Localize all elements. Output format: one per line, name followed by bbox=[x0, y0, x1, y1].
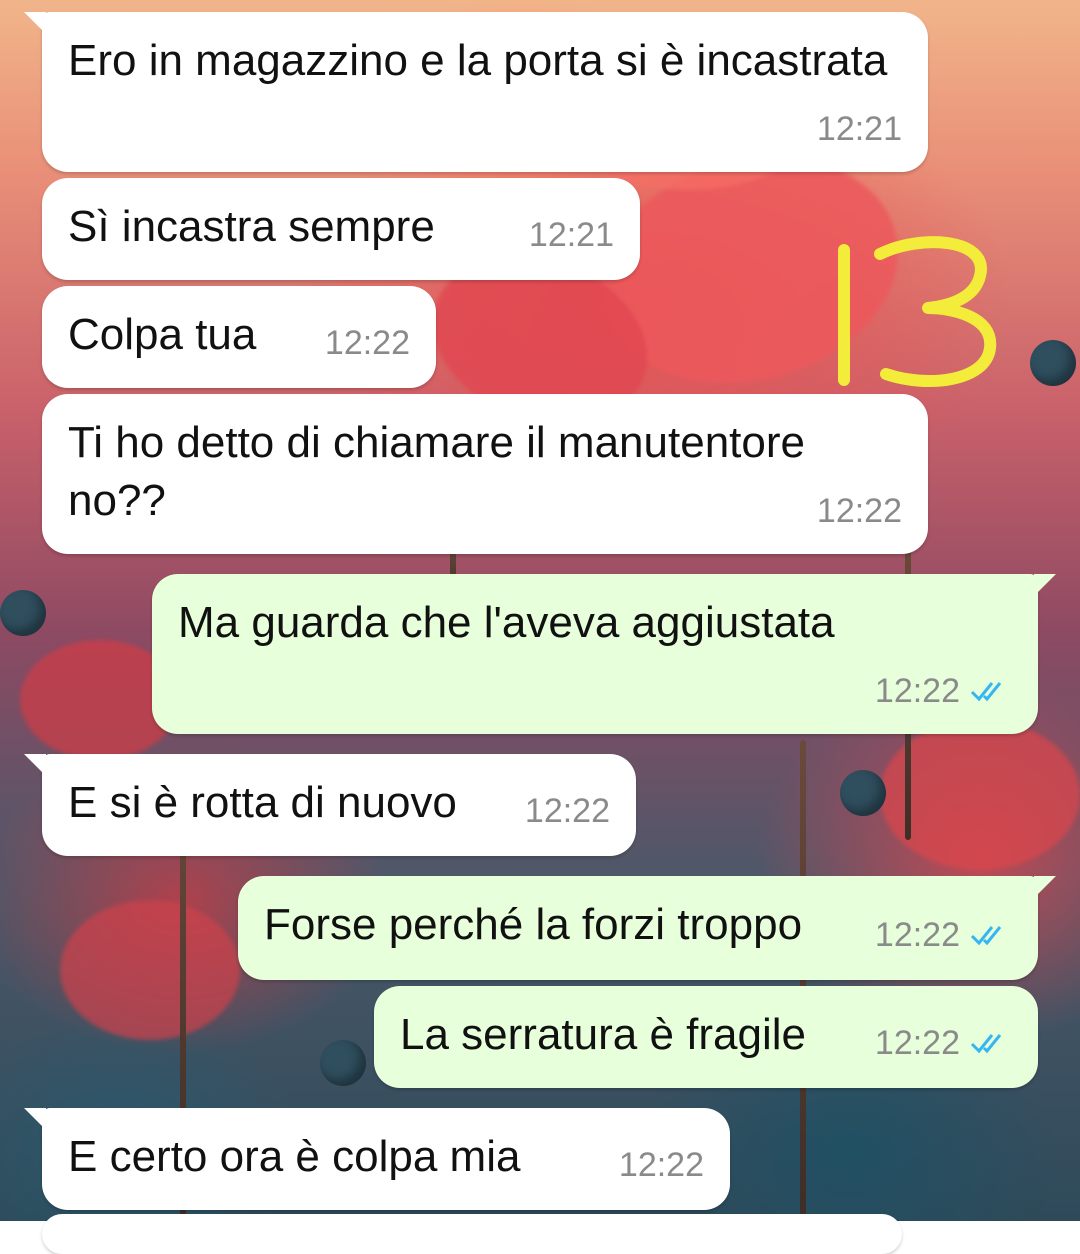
message-bubble-incoming[interactable]: E si è rotta di nuovo 12:22 bbox=[24, 754, 636, 856]
message-time: 12:22 bbox=[874, 916, 960, 954]
message-text: Ti ho detto di chiamare il manutentore n… bbox=[68, 418, 805, 525]
message-time: 12:22 bbox=[874, 1024, 960, 1062]
message-time: 12:21 bbox=[528, 216, 614, 254]
message-bubble-outgoing[interactable]: Ma guarda che l'aveva aggiustata 12:22 bbox=[152, 574, 1056, 734]
message-time: 12:22 bbox=[324, 324, 410, 362]
message-text: Ero in magazzino e la porta si è incastr… bbox=[68, 36, 888, 85]
message-bubble-outgoing[interactable]: La serratura è fragile 12:22 bbox=[374, 986, 1038, 1088]
double-check-icon bbox=[970, 926, 1002, 946]
message-time: 12:22 bbox=[524, 792, 610, 830]
handwritten-13-annotation bbox=[838, 236, 997, 388]
double-check-icon bbox=[970, 1034, 1002, 1054]
message-bubble-incoming[interactable]: Ti ho detto di chiamare il manutentore n… bbox=[42, 394, 928, 554]
message-bubble-incoming[interactable]: Sì incastra sempre 12:21 bbox=[42, 178, 640, 280]
message-time: 12:22 bbox=[816, 492, 902, 530]
message-time: 12:21 bbox=[816, 110, 902, 148]
message-text: Ma guarda che l'aveva aggiustata bbox=[178, 598, 835, 647]
message-bubble-incoming[interactable]: E certo ora è colpa mia 12:22 bbox=[24, 1108, 730, 1210]
message-text: E certo ora è colpa mia bbox=[68, 1132, 521, 1181]
message-bubble-incoming[interactable]: Ero in magazzino e la porta si è incastr… bbox=[24, 12, 928, 172]
message-time: 12:22 bbox=[874, 672, 960, 710]
double-check-icon bbox=[970, 682, 1002, 702]
message-bubble-incoming[interactable] bbox=[42, 1214, 902, 1254]
message-time: 12:22 bbox=[618, 1146, 704, 1184]
message-bubble-outgoing[interactable]: Forse perché la forzi troppo 12:22 bbox=[238, 876, 1056, 980]
message-bubble-incoming[interactable]: Colpa tua 12:22 bbox=[42, 286, 436, 388]
